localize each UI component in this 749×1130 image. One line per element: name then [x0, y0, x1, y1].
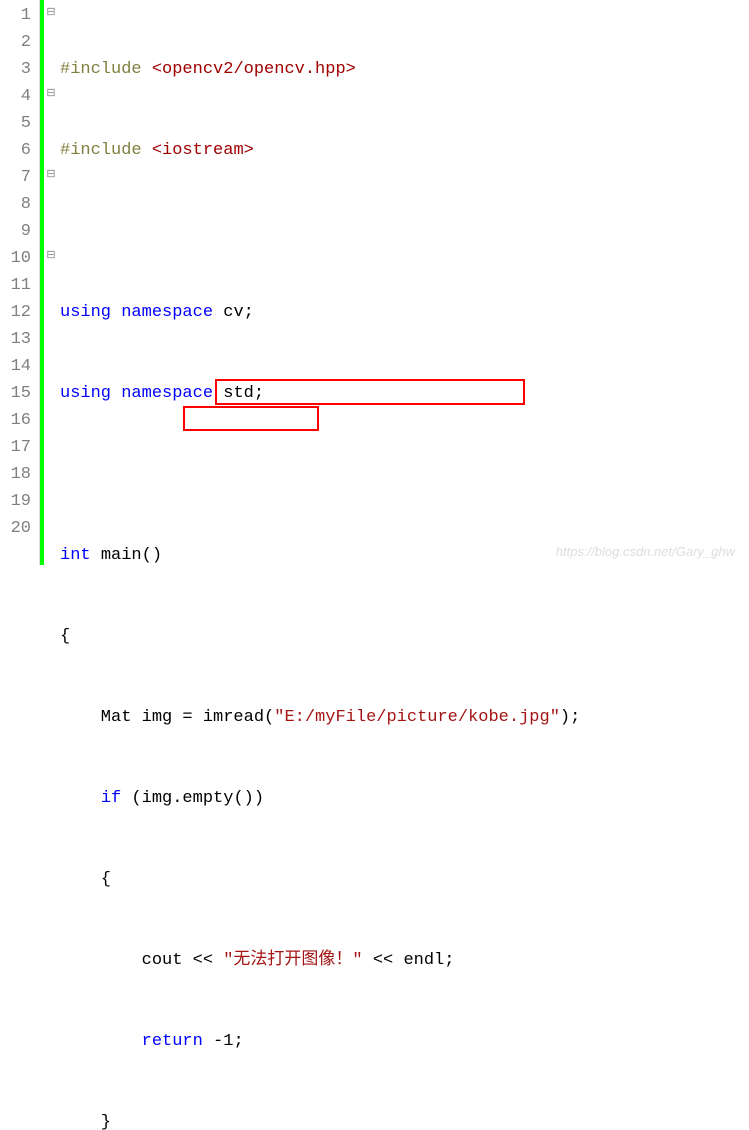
- string: "E:/myFile/picture/kobe.jpg": [274, 708, 560, 727]
- line-number[interactable]: 10: [0, 245, 31, 272]
- fold-spacer: [44, 270, 58, 297]
- code-line[interactable]: #include <opencv2/opencv.hpp>: [60, 56, 749, 83]
- text: (img.empty()): [131, 789, 264, 808]
- code-line[interactable]: Mat img = imread("E:/myFile/picture/kobe…: [60, 704, 749, 731]
- string: "无法打开图像！": [223, 951, 373, 970]
- fold-spacer: [44, 486, 58, 513]
- code-line[interactable]: using namespace cv;: [60, 299, 749, 326]
- fold-spacer: [44, 108, 58, 135]
- keyword: using: [60, 384, 121, 403]
- text: main(): [101, 546, 162, 565]
- preproc: #include: [60, 60, 152, 79]
- line-number[interactable]: 9: [0, 218, 31, 245]
- code-line[interactable]: {: [60, 623, 749, 650]
- line-number[interactable]: 4: [0, 83, 31, 110]
- code-line[interactable]: [60, 461, 749, 488]
- text: {: [60, 627, 70, 646]
- text: -1;: [213, 1032, 244, 1051]
- code-editor: 1 2 3 4 5 6 7 8 9 10 11 12 13 14 15 16 1…: [0, 0, 749, 565]
- line-number[interactable]: 3: [0, 56, 31, 83]
- fold-toggle-icon[interactable]: ⊟: [44, 162, 58, 189]
- line-number[interactable]: 8: [0, 191, 31, 218]
- line-number[interactable]: 7: [0, 164, 31, 191]
- text: );: [560, 708, 580, 727]
- code-line[interactable]: cout << "无法打开图像！" << endl;: [60, 947, 749, 974]
- keyword: if: [101, 789, 132, 808]
- code-line[interactable]: [60, 218, 749, 245]
- include-path: <opencv2/opencv.hpp>: [152, 60, 356, 79]
- keyword: return: [142, 1032, 213, 1051]
- keyword: using: [60, 303, 121, 322]
- text: cout <<: [60, 951, 223, 970]
- fold-spacer: [44, 135, 58, 162]
- fold-spacer: [44, 351, 58, 378]
- fold-spacer: [44, 324, 58, 351]
- code-line[interactable]: }: [60, 1109, 749, 1130]
- line-number-gutter: 1 2 3 4 5 6 7 8 9 10 11 12 13 14 15 16 1…: [0, 0, 40, 565]
- line-number[interactable]: 13: [0, 326, 31, 353]
- fold-spacer: [44, 459, 58, 486]
- line-number[interactable]: 11: [0, 272, 31, 299]
- text: }: [60, 1113, 111, 1130]
- fold-spacer: [44, 216, 58, 243]
- text: [60, 1032, 142, 1051]
- text: Mat img = imread(: [60, 708, 274, 727]
- code-area[interactable]: #include <opencv2/opencv.hpp> #include <…: [58, 0, 749, 565]
- include-path: <iostream>: [152, 141, 254, 160]
- preproc: #include: [60, 141, 152, 160]
- line-number[interactable]: 17: [0, 434, 31, 461]
- line-number[interactable]: 6: [0, 137, 31, 164]
- line-number[interactable]: 1: [0, 2, 31, 29]
- code-line[interactable]: {: [60, 866, 749, 893]
- line-number[interactable]: 19: [0, 488, 31, 515]
- code-line[interactable]: return -1;: [60, 1028, 749, 1055]
- line-number[interactable]: 16: [0, 407, 31, 434]
- text: {: [60, 870, 111, 889]
- highlight-box: [183, 406, 319, 431]
- line-number[interactable]: 15: [0, 380, 31, 407]
- line-number[interactable]: 14: [0, 353, 31, 380]
- text: cv;: [223, 303, 254, 322]
- fold-spacer: [44, 297, 58, 324]
- code-line[interactable]: #include <iostream>: [60, 137, 749, 164]
- fold-spacer: [44, 189, 58, 216]
- fold-toggle-icon[interactable]: ⊟: [44, 0, 58, 27]
- fold-spacer: [44, 432, 58, 459]
- fold-spacer: [44, 513, 58, 540]
- fold-column: ⊟ ⊟ ⊟ ⊟: [44, 0, 58, 565]
- line-number[interactable]: 12: [0, 299, 31, 326]
- line-number[interactable]: 5: [0, 110, 31, 137]
- text: << endl;: [373, 951, 455, 970]
- code-line[interactable]: using namespace std;: [60, 380, 749, 407]
- keyword: namespace: [121, 303, 223, 322]
- keyword: namespace: [121, 384, 223, 403]
- fold-spacer: [44, 378, 58, 405]
- fold-toggle-icon[interactable]: ⊟: [44, 243, 58, 270]
- fold-toggle-icon[interactable]: ⊟: [44, 81, 58, 108]
- fold-spacer: [44, 405, 58, 432]
- keyword: int: [60, 546, 101, 565]
- line-number[interactable]: 20: [0, 515, 31, 542]
- fold-spacer: [44, 27, 58, 54]
- code-line[interactable]: if (img.empty()): [60, 785, 749, 812]
- text: std;: [223, 384, 264, 403]
- fold-spacer: [44, 54, 58, 81]
- line-number[interactable]: 18: [0, 461, 31, 488]
- line-number[interactable]: 2: [0, 29, 31, 56]
- text: [60, 789, 101, 808]
